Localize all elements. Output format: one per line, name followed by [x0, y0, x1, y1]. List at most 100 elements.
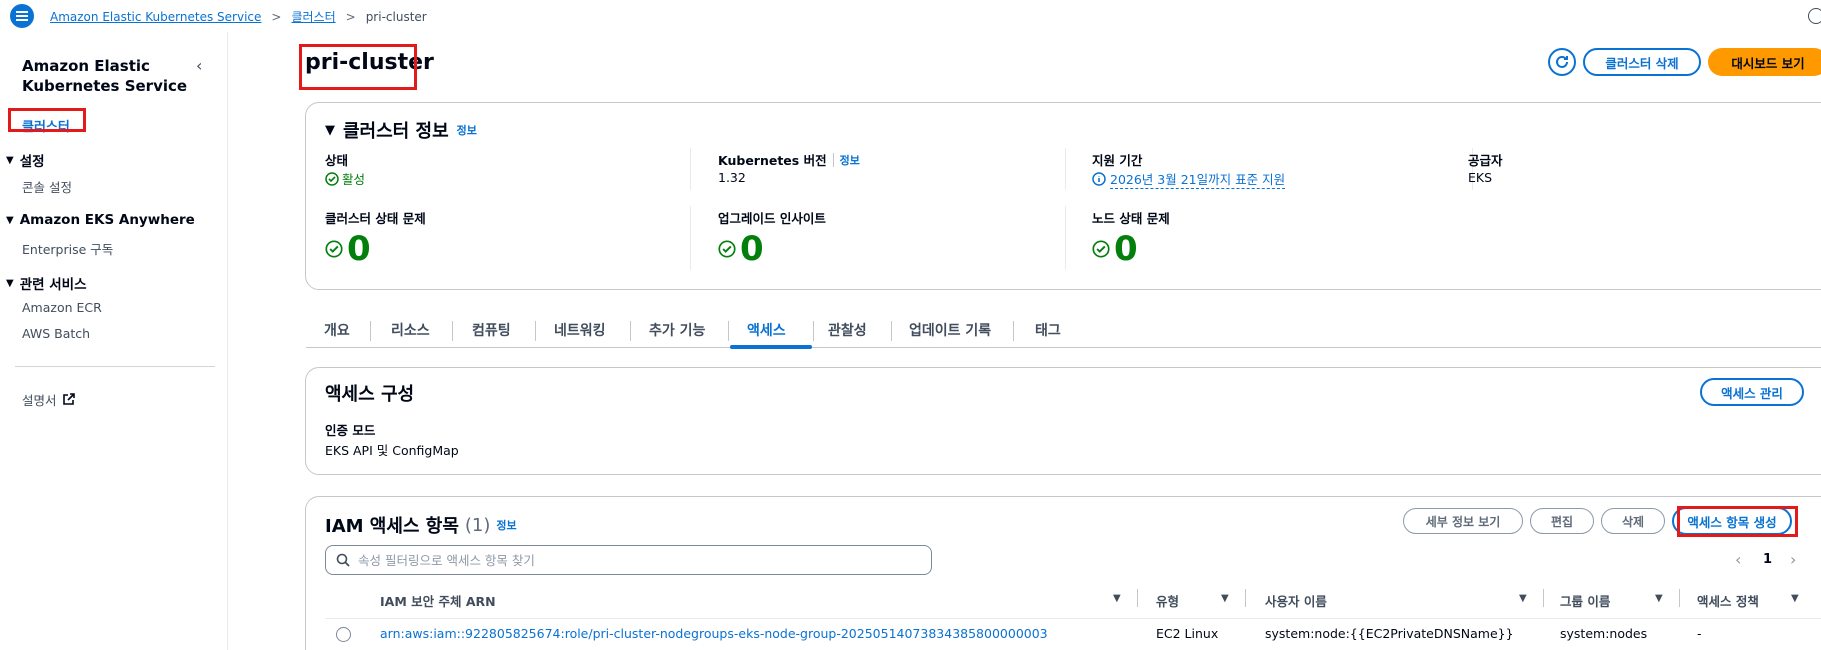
row-select-radio[interactable]: [336, 627, 351, 642]
refresh-icon: [1556, 55, 1568, 68]
sidebar: Amazon Elastic Kubernetes Service ‹ 클러스터…: [0, 32, 228, 650]
node-health-label: 노드 상태 문제: [1092, 211, 1170, 226]
delete-cluster-button[interactable]: 클러스터 삭제: [1583, 48, 1701, 76]
sort-caret-icon[interactable]: ▼: [1655, 593, 1663, 604]
upgrade-insights-label: 업그레이드 인사이트: [718, 211, 826, 226]
column-header-arn[interactable]: IAM 보안 주체 ARN: [380, 591, 496, 610]
divider: [832, 152, 834, 167]
active-tab-indicator: [730, 345, 812, 349]
help-icon[interactable]: [1808, 8, 1821, 24]
upgrade-insights-count: 0: [718, 232, 764, 266]
column-divider: [1065, 148, 1066, 190]
type-cell: EC2 Linux: [1156, 626, 1219, 641]
tab-separator: [1013, 321, 1014, 341]
tab-overview[interactable]: 개요: [324, 312, 350, 348]
tab-access[interactable]: 액세스: [747, 312, 786, 348]
sidebar-title: Amazon Elastic Kubernetes Service: [22, 57, 188, 95]
tab-compute[interactable]: 컴퓨팅: [472, 312, 511, 348]
k8s-info-link[interactable]: 정보: [840, 152, 860, 168]
access-config-card: [305, 367, 1821, 475]
iam-entries-count: (1): [464, 514, 491, 536]
menu-icon: [16, 11, 28, 21]
refresh-button[interactable]: [1548, 48, 1576, 76]
external-link-icon: [62, 393, 75, 405]
tab-addons[interactable]: 추가 기능: [649, 312, 705, 348]
table-divider: [325, 618, 1821, 619]
chevron-right-icon: >: [345, 9, 356, 24]
tab-separator: [728, 321, 729, 341]
sidebar-section-related[interactable]: ▼ 관련 서비스: [6, 273, 87, 293]
search-field[interactable]: [325, 545, 932, 575]
edit-button[interactable]: 편집: [1530, 508, 1594, 534]
manage-access-button[interactable]: 액세스 관리: [1700, 378, 1804, 406]
search-icon: [336, 553, 350, 567]
sidebar-divider: [15, 366, 215, 367]
next-page-icon[interactable]: ›: [1790, 550, 1796, 569]
node-health-value: 0: [1114, 229, 1138, 269]
node-health-count: 0: [1092, 232, 1138, 266]
iam-entries-header: IAM 액세스 항목 (1) 정보: [325, 512, 517, 538]
sidebar-item-ecr[interactable]: Amazon ECR: [22, 300, 102, 315]
tab-observability[interactable]: 관찰성: [828, 312, 867, 348]
column-separator: [1245, 589, 1246, 607]
tab-tags[interactable]: 태그: [1035, 312, 1061, 348]
status-text: 활성: [342, 172, 366, 187]
caret-down-icon: ▼: [6, 154, 14, 166]
column-header-username[interactable]: 사용자 이름: [1265, 591, 1327, 610]
sidebar-section-label: Amazon EKS Anywhere: [19, 212, 195, 228]
column-header-type[interactable]: 유형: [1156, 591, 1179, 610]
sidebar-section-settings[interactable]: ▼ 설정: [6, 150, 45, 170]
cluster-info-heading: 클러스터 정보: [343, 121, 449, 142]
current-page[interactable]: 1: [1763, 552, 1772, 567]
tab-update-history[interactable]: 업데이트 기록: [909, 312, 991, 348]
sidebar-docs-label: 설명서: [22, 393, 57, 408]
sidebar-item-console-settings[interactable]: 콘솔 설정: [22, 177, 72, 196]
column-separator: [1679, 589, 1680, 607]
tab-networking[interactable]: 네트워킹: [554, 312, 606, 348]
sort-caret-icon[interactable]: ▼: [1519, 593, 1527, 604]
k8s-version-label-group: Kubernetes 버전 정보: [718, 150, 860, 169]
sort-caret-icon[interactable]: ▼: [1221, 593, 1229, 604]
tab-bar: 개요 리소스 컴퓨팅 네트워킹 추가 기능 액세스 관찰성 업데이트 기록 태그: [306, 312, 1821, 349]
top-bar: Amazon Elastic Kubernetes Service > 클러스터…: [0, 0, 1821, 32]
column-header-policy[interactable]: 액세스 정책: [1697, 591, 1759, 610]
column-header-group[interactable]: 그룹 이름: [1560, 591, 1610, 610]
view-details-button[interactable]: 세부 정보 보기: [1403, 508, 1523, 534]
view-dashboard-button[interactable]: 대시보드 보기: [1708, 48, 1821, 76]
caret-down-icon: ▼: [6, 277, 14, 289]
iam-entries-info-link[interactable]: 정보: [496, 517, 516, 533]
auth-mode-value: EKS API 및 ConfigMap: [325, 443, 459, 458]
column-divider: [690, 206, 691, 270]
column-divider: [690, 148, 691, 190]
tab-separator: [370, 321, 371, 341]
arn-link[interactable]: arn:aws:iam::922805825674:role/pri-clust…: [380, 626, 1048, 641]
caret-down-icon: ▼: [6, 214, 14, 226]
policy-cell: -: [1697, 626, 1702, 641]
sidebar-item-clusters[interactable]: 클러스터: [22, 116, 70, 135]
check-circle-icon: [325, 240, 343, 258]
k8s-version-value: 1.32: [718, 170, 746, 185]
hamburger-menu-button[interactable]: [10, 4, 34, 28]
support-period-text[interactable]: 2026년 3월 21일까지 표준 지원: [1110, 169, 1286, 189]
breadcrumb-clusters-link[interactable]: 클러스터: [291, 8, 335, 25]
cluster-health-value: 0: [347, 229, 371, 269]
sidebar-section-eks-anywhere[interactable]: ▼ Amazon EKS Anywhere: [6, 212, 195, 228]
previous-page-icon[interactable]: ‹: [1735, 550, 1741, 569]
tab-resources[interactable]: 리소스: [391, 312, 430, 348]
sort-caret-icon[interactable]: ▼: [1791, 593, 1799, 604]
breadcrumb: Amazon Elastic Kubernetes Service > 클러스터…: [50, 8, 427, 25]
support-period-value[interactable]: 2026년 3월 21일까지 표준 지원: [1092, 169, 1286, 189]
column-separator: [1543, 589, 1544, 607]
sidebar-item-enterprise[interactable]: Enterprise 구독: [22, 239, 113, 258]
sidebar-item-batch[interactable]: AWS Batch: [22, 326, 90, 341]
breadcrumb-service-link[interactable]: Amazon Elastic Kubernetes Service: [50, 10, 261, 24]
collapse-sidebar-icon[interactable]: ‹: [196, 56, 202, 75]
sort-caret-icon[interactable]: ▼: [1113, 593, 1121, 604]
cluster-info-card: [305, 102, 1821, 290]
sidebar-docs-link[interactable]: 설명서: [22, 390, 75, 409]
delete-entry-button[interactable]: 삭제: [1601, 508, 1665, 534]
create-access-entry-button[interactable]: 액세스 항목 생성: [1672, 507, 1792, 535]
cluster-info-info-link[interactable]: 정보: [457, 122, 477, 138]
search-input[interactable]: [358, 552, 918, 568]
cluster-info-header[interactable]: ▼ 클러스터 정보 정보: [325, 117, 477, 143]
